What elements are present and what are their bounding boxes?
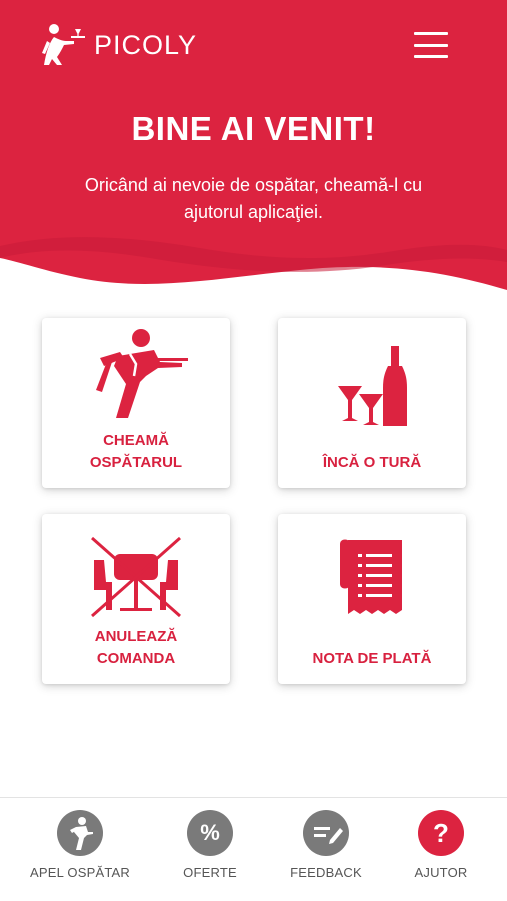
waiter-icon xyxy=(96,329,188,418)
help-icon: ? xyxy=(418,810,464,856)
receipt-icon xyxy=(340,539,402,614)
welcome-subtitle: Oricând ai nevoie de ospătar, cheamă-l c… xyxy=(84,175,423,222)
nav-feedback[interactable]: FEEDBACK xyxy=(271,810,381,880)
waiter-logo-icon xyxy=(42,24,85,65)
bottom-navigation: APEL OSPĂTAR % OFERTE FEEDBACK ? AJUTOR xyxy=(0,797,507,901)
call-waiter-button[interactable]: CHEAMĂ OSPĂTARUL xyxy=(42,318,230,488)
nav-help-label: AJUTOR xyxy=(414,865,468,880)
cancel-order-label: ANULEAZĂ COMANDA xyxy=(94,628,178,667)
drinks-icon xyxy=(338,346,407,426)
hero-header: PICOLY BINE AI VENIT! Oricând ai nevoie … xyxy=(0,0,507,300)
top-bar: PICOLY xyxy=(0,0,507,90)
nav-offers[interactable]: % OFERTE xyxy=(155,810,265,880)
call-waiter-label: CHEAMĂ OSPĂTARUL xyxy=(89,432,183,471)
waiter-call-icon xyxy=(57,810,103,856)
feedback-icon xyxy=(303,810,349,856)
hamburger-menu-icon[interactable] xyxy=(414,30,448,60)
another-round-button[interactable]: ÎNCĂ O TURĂ xyxy=(278,318,466,488)
nav-call-waiter[interactable]: APEL OSPĂTAR xyxy=(25,810,135,880)
app-logo[interactable]: PICOLY xyxy=(40,22,197,68)
bill-button[interactable]: NOTA DE PLATĂ xyxy=(278,514,466,684)
bill-label: NOTA DE PLATĂ xyxy=(312,650,432,667)
app-logo-text: PICOLY xyxy=(94,29,198,60)
nav-call-waiter-label: APEL OSPĂTAR xyxy=(30,865,130,880)
nav-offers-label: OFERTE xyxy=(183,865,237,880)
welcome-title: BINE AI VENIT! xyxy=(131,110,376,147)
nav-feedback-label: FEEDBACK xyxy=(290,865,362,880)
cancel-table-icon xyxy=(91,536,181,618)
nav-help[interactable]: ? AJUTOR xyxy=(386,810,496,880)
another-round-label: ÎNCĂ O TURĂ xyxy=(322,454,422,471)
cancel-order-button[interactable]: ANULEAZĂ COMANDA xyxy=(42,514,230,684)
percent-icon: % xyxy=(187,810,233,856)
